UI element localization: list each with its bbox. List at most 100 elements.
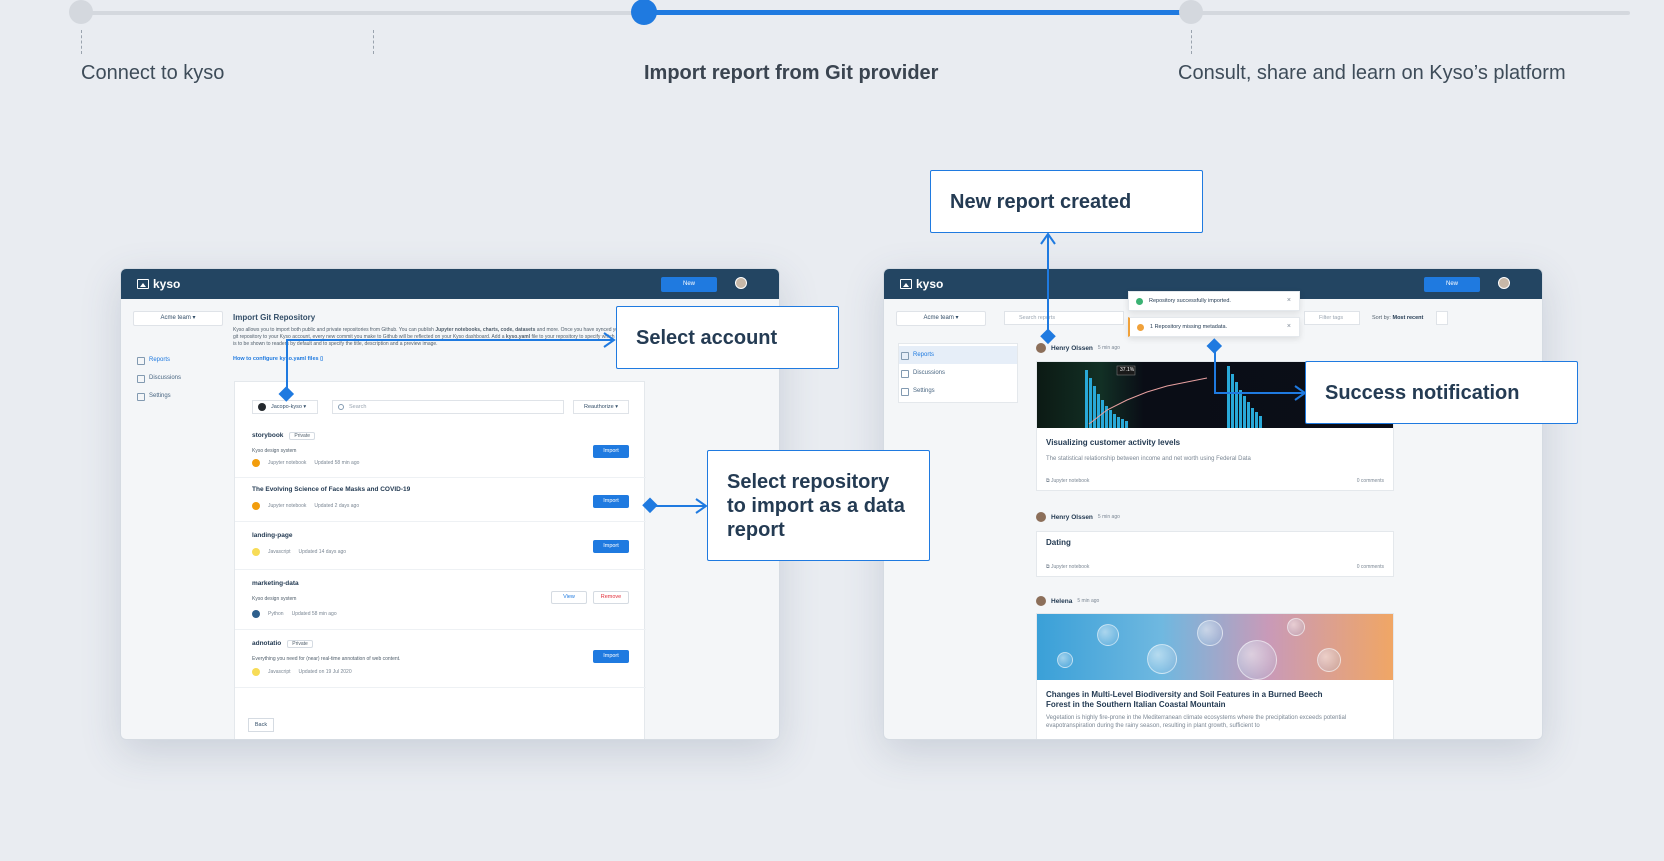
sort-select[interactable]: Sort by: Most recent	[1372, 311, 1423, 325]
repo-meta: Javascript Updated on 19 Jul 2020	[252, 668, 352, 676]
language-dot-icon	[252, 502, 260, 510]
back-button[interactable]: Back	[248, 718, 274, 732]
post-time: 5 min ago	[1097, 514, 1120, 520]
view-button[interactable]: View	[551, 591, 587, 604]
repo-row: marketing-data Kyso design system Python…	[235, 570, 646, 630]
sort-value: Most recent	[1392, 315, 1424, 321]
report-description: Vegetation is highly fire-prone in the M…	[1046, 715, 1347, 729]
step-1-label: Connect to kyso	[81, 62, 225, 84]
report-preview-image	[1037, 614, 1393, 680]
avatar[interactable]	[1498, 277, 1510, 289]
repo-name: adnotatio Private	[252, 640, 313, 648]
report-title[interactable]: Visualizing customer activity levels	[1046, 438, 1180, 448]
repo-name: landing-page	[252, 532, 293, 539]
post-author: Helena 5 min ago	[1036, 596, 1099, 606]
config-link[interactable]: How to configure kyso.yaml files ▯	[233, 356, 323, 362]
private-badge: Private	[289, 432, 315, 440]
step-1-dot	[69, 0, 93, 24]
post-author: Henry Olssen 5 min ago	[1036, 343, 1120, 353]
repo-updated: Updated 2 days ago	[314, 503, 360, 509]
report-title[interactable]: Dating	[1046, 538, 1071, 548]
report-description: The statistical relationship between inc…	[1046, 456, 1251, 462]
desc-text: Kyso allows you to import both public an…	[233, 327, 436, 333]
repo-row: The Evolving Science of Face Masks and C…	[235, 478, 646, 522]
language-dot-icon	[252, 668, 260, 676]
report-card[interactable]: Changes in Multi-Level Biodiversity and …	[1036, 613, 1394, 739]
sidebar-item-reports[interactable]: Reports	[899, 346, 1017, 364]
repo-updated: Updated on 19 Jul 2020	[298, 669, 352, 675]
repo-description: Everything you need for (near) real-time…	[252, 656, 401, 662]
logo-text: kyso	[916, 277, 944, 291]
import-button[interactable]: Import	[593, 650, 629, 663]
repo-language: Javascript	[268, 549, 291, 555]
language-dot-icon	[252, 459, 260, 467]
sort-label: Sort by:	[1372, 315, 1393, 321]
repo-updated: Updated 58 min ago	[314, 460, 360, 466]
close-icon[interactable]: ×	[1287, 318, 1291, 336]
account-select[interactable]: Jacopo-kyso ▾	[252, 400, 318, 414]
report-footer: ⧉ Jupyter notebook 0 comments	[1046, 564, 1384, 570]
kyso-logo: kyso	[137, 277, 180, 291]
new-button[interactable]: New	[1424, 277, 1480, 292]
search-placeholder: Search reports	[1019, 315, 1056, 321]
import-button[interactable]: Import	[593, 445, 629, 458]
success-toast: Repository successfully imported. ×	[1128, 291, 1300, 311]
comment-count[interactable]: 0 comments	[1357, 478, 1384, 484]
remove-button[interactable]: Remove	[593, 591, 629, 604]
sidebar-item-settings[interactable]: Settings	[899, 382, 1017, 400]
step-3-tick	[1191, 30, 1192, 54]
report-title[interactable]: Changes in Multi-Level Biodiversity and …	[1046, 690, 1346, 710]
import-button[interactable]: Import	[593, 495, 629, 508]
report-card[interactable]: Dating ⧉ Jupyter notebook 0 comments	[1036, 531, 1394, 577]
logo-text: kyso	[153, 277, 181, 291]
search-placeholder: Search	[349, 404, 367, 410]
comment-count[interactable]: 0 comments	[1357, 564, 1384, 570]
account-name: Jacopo-kyso	[271, 404, 302, 410]
page-title: Import Git Repository	[233, 313, 316, 322]
new-button[interactable]: New	[661, 277, 717, 292]
report-search-input[interactable]: Search reports	[1004, 311, 1124, 325]
sidebar-item-discussions[interactable]: Discussions	[899, 364, 1017, 382]
language-dot-icon	[252, 548, 260, 556]
team-select[interactable]: Acme team ▾	[896, 311, 986, 326]
filter-placeholder: Filter tags	[1319, 315, 1344, 321]
notebook-icon: ⧉	[1046, 564, 1050, 570]
author-name[interactable]: Helena	[1051, 598, 1072, 605]
repo-updated: Updated 14 days ago	[298, 549, 347, 555]
repo-search-input[interactable]: Search	[332, 400, 564, 414]
import-description: Kyso allows you to import both public an…	[233, 327, 623, 348]
repo-row: adnotatio Private Everything you need for…	[235, 630, 646, 688]
avatar	[1036, 343, 1046, 353]
author-name[interactable]: Henry Olssen	[1051, 345, 1093, 352]
repo-name: storybook Private	[252, 432, 315, 440]
image-icon	[137, 279, 149, 289]
desc-bold: Jupyter notebooks, charts, code, dataset…	[435, 327, 536, 333]
config-link-text[interactable]: How to configure kyso.yaml files	[233, 356, 319, 362]
reauthorize-button[interactable]: Reauthorize ▾	[573, 400, 629, 414]
team-select-label: Acme team	[923, 315, 954, 321]
repo-description: Kyso design system	[252, 596, 297, 602]
kyso-logo: kyso	[900, 277, 943, 291]
repo-language: Javascript	[268, 669, 291, 675]
import-button[interactable]: Import	[593, 540, 629, 553]
tag-filter-input[interactable]: Filter tags	[1304, 311, 1360, 325]
post-author: Henry Olssen 5 min ago	[1036, 512, 1120, 522]
search-icon	[338, 404, 344, 410]
step-3-label: Consult, share and learn on Kyso’s platf…	[1178, 62, 1566, 84]
github-icon	[258, 403, 266, 411]
reauthorize-label: Reauthorize	[584, 404, 614, 410]
report-footer: ⧉ Jupyter notebook 0 comments	[1046, 478, 1384, 484]
close-icon[interactable]: ×	[1287, 292, 1291, 310]
chevron-down-icon[interactable]	[1436, 311, 1448, 325]
repo-name: The Evolving Science of Face Masks and C…	[252, 486, 411, 493]
repo-language: Jupyter notebook	[268, 460, 307, 466]
step-2-label: Import report from Git provider	[644, 62, 939, 84]
author-name[interactable]: Henry Olssen	[1051, 514, 1093, 521]
team-select[interactable]: Acme team ▾	[133, 311, 223, 326]
chart-callout-label: 37.1%	[1120, 367, 1135, 373]
avatar[interactable]	[735, 277, 747, 289]
repository-panel: Jacopo-kyso ▾ Search Reauthorize ▾ story…	[234, 381, 646, 739]
team-select-label: Acme team	[160, 315, 191, 321]
avatar	[1036, 512, 1046, 522]
navbar: kyso New	[121, 269, 779, 299]
